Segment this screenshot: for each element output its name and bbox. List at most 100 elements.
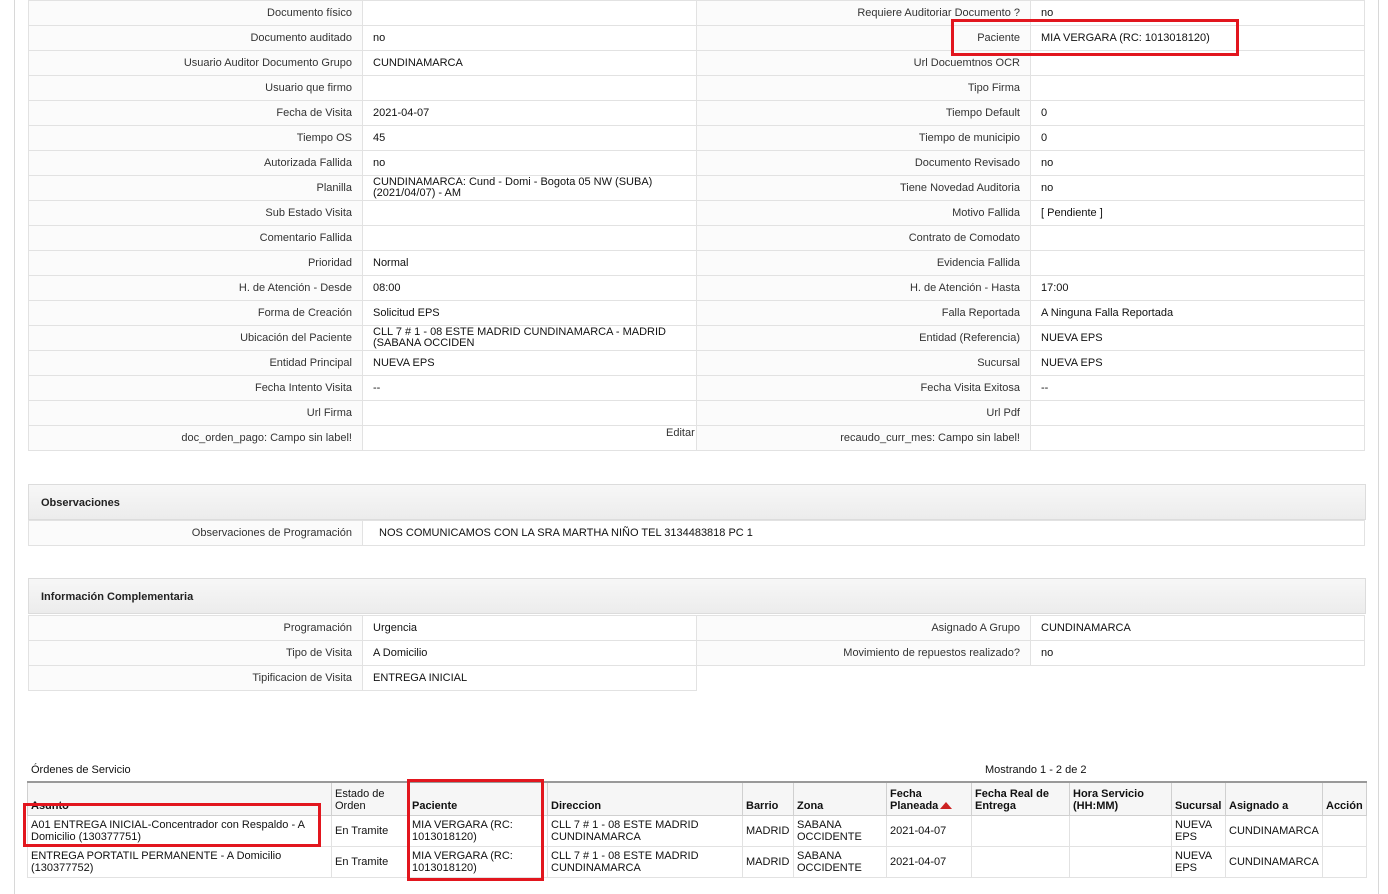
field-value <box>362 200 697 226</box>
form-row: Forma de Creación Solicitud EPS Falla Repo… <box>28 300 1365 326</box>
col-estado-orden-header[interactable]: Estado de Orden <box>331 781 409 816</box>
field-label: Programación <box>28 615 363 641</box>
field-label: Asignado A Grupo <box>696 615 1031 641</box>
column-header-label: Barrio <box>746 800 779 812</box>
form-row: Comentario Fallida Contrato de Comodato <box>28 225 1365 251</box>
field-value: A Domicilio <box>362 640 697 666</box>
field-label <box>697 666 1031 691</box>
field-label: Fecha Visita Exitosa <box>696 375 1031 401</box>
col-accion-header[interactable]: Acción <box>1322 781 1367 816</box>
col-estado-orden-cell: En Tramite <box>331 846 409 878</box>
field-value <box>362 75 697 101</box>
field-value <box>1030 50 1365 76</box>
field-value <box>1030 400 1365 426</box>
form-row: Tipificacion de Visita ENTREGA INICIAL <box>28 665 1365 691</box>
field-label: Tiene Novedad Auditoria <box>696 175 1031 201</box>
field-value: CUNDINAMARCA <box>362 50 697 76</box>
col-direccion-header[interactable]: Direccion <box>547 781 743 816</box>
page-scrollbar-track[interactable] <box>1378 0 1379 894</box>
field-label: Paciente <box>696 25 1031 51</box>
field-value: NUEVA EPS <box>1030 325 1365 351</box>
field-value <box>1030 225 1365 251</box>
col-barrio-header[interactable]: Barrio <box>742 781 794 816</box>
field-value: 2021-04-07 <box>362 100 697 126</box>
observaciones-table: Observaciones de Programación NOS COMUNI… <box>28 520 1365 546</box>
table-row[interactable]: A01 ENTREGA INICIAL-Concentrador con Res… <box>27 815 1367 847</box>
form-row: Documento auditado no Paciente MIA VERGARA … <box>28 25 1365 51</box>
field-label: Documento Revisado <box>696 150 1031 176</box>
field-label: recaudo_curr_mes: Campo sin label! <box>696 425 1031 451</box>
field-value <box>1031 666 1365 691</box>
column-header-label: Asignado a <box>1229 800 1289 812</box>
table-row[interactable]: ENTREGA PORTATIL PERMANENTE - A Domicili… <box>27 846 1367 878</box>
field-label: Tiempo OS <box>28 125 363 151</box>
col-sucursal-header[interactable]: Sucursal <box>1171 781 1226 816</box>
field-label: Documento auditado <box>28 25 363 51</box>
field-label: doc_orden_pago: Campo sin label! <box>28 425 363 451</box>
field-label: Prioridad <box>28 250 363 276</box>
col-accion-cell <box>1322 846 1367 878</box>
field-label: Falla Reportada <box>696 300 1031 326</box>
form-row: Ubicación del Paciente CLL 7 # 1 - 08 EST… <box>28 325 1365 351</box>
form-row: Entidad Principal NUEVA EPS Sucursal NUEVA … <box>28 350 1365 376</box>
field-label: Ubicación del Paciente <box>28 325 363 351</box>
field-value: no <box>1030 0 1365 26</box>
orders-title: Órdenes de Servicio <box>31 764 131 776</box>
column-header-label: Zona <box>797 800 824 812</box>
page-frame-left <box>14 0 15 894</box>
col-sucursal-cell: NUEVA EPS <box>1171 846 1226 878</box>
field-value: 17:00 <box>1030 275 1365 301</box>
col-fecha-planeada-header[interactable]: Fecha Planeada <box>886 781 972 816</box>
field-value: 0 <box>1030 125 1365 151</box>
col-zona-cell: SABANA OCCIDENTE <box>793 846 887 878</box>
col-asunto-cell[interactable]: A01 ENTREGA INICIAL-Concentrador con Res… <box>27 815 332 847</box>
form-row: Sub Estado Visita Motivo Fallida[ Pendien… <box>28 200 1365 226</box>
col-zona-cell: SABANA OCCIDENTE <box>793 815 887 847</box>
form-row: Fecha Intento Visita -- Fecha Visita Exito… <box>28 375 1365 401</box>
column-header-label: Estado de Orden <box>335 788 385 812</box>
field-value: 0 <box>1030 100 1365 126</box>
field-value: 08:00 <box>362 275 697 301</box>
col-asignado-a-cell: CUNDINAMARCA <box>1225 846 1323 878</box>
form-row: Tiempo OS 45 Tiempo de municipio 0 <box>28 125 1365 151</box>
col-asunto-cell[interactable]: ENTREGA PORTATIL PERMANENTE - A Domicili… <box>27 846 332 878</box>
col-fecha-planeada-cell: 2021-04-07 <box>886 815 972 847</box>
form-row: Fecha de Visita 2021-04-07 Tiempo Default 0 <box>28 100 1365 126</box>
field-value: [ Pendiente ] <box>1030 200 1365 226</box>
col-direccion-cell: CLL 7 # 1 - 08 ESTE MADRID CUNDINAMARCA <box>547 815 743 847</box>
col-asignado-a-header[interactable]: Asignado a <box>1225 781 1323 816</box>
col-barrio-cell: MADRID <box>742 815 794 847</box>
col-hora-servicio-cell <box>1069 815 1172 847</box>
col-hora-servicio-cell <box>1069 846 1172 878</box>
column-header-label: Sucursal <box>1175 800 1222 812</box>
field-value: NUEVA EPS <box>362 350 697 376</box>
field-value <box>362 225 697 251</box>
field-label: Evidencia Fallida <box>696 250 1031 276</box>
field-label: Autorizada Fallida <box>28 150 363 176</box>
field-value: no <box>1030 640 1365 666</box>
field-label: Forma de Creación <box>28 300 363 326</box>
observaciones-value: NOS COMUNICAMOS CON LA SRA MARTHA NIÑO T… <box>362 520 1365 546</box>
col-barrio-cell: MADRID <box>742 846 794 878</box>
col-fecha-real-entrega-header[interactable]: Fecha Real de Entrega <box>971 781 1070 816</box>
edit-link[interactable]: Editar <box>666 427 695 439</box>
field-value: Solicitud EPS <box>362 300 697 326</box>
col-zona-header[interactable]: Zona <box>793 781 887 816</box>
field-label: Documento físico <box>28 0 363 26</box>
col-estado-orden-cell: En Tramite <box>331 815 409 847</box>
column-header-label: Direccion <box>551 800 602 812</box>
col-fecha-planeada-cell: 2021-04-07 <box>886 846 972 878</box>
sort-ascending-icon[interactable] <box>940 802 953 809</box>
form-row: Planilla CUNDINAMARCA: Cund - Domi - Bogo… <box>28 175 1365 201</box>
column-header-label: Paciente <box>412 800 458 812</box>
form-row: Url Firma Url Pdf <box>28 400 1365 426</box>
col-paciente-cell: MIA VERGARA (RC: 1013018120) <box>408 846 548 878</box>
col-asunto-header[interactable]: Asunto <box>27 781 332 816</box>
col-paciente-header[interactable]: Paciente <box>408 781 548 816</box>
field-label: Tiempo Default <box>696 100 1031 126</box>
field-value <box>1030 75 1365 101</box>
form-row: H. de Atención - Desde 08:00 H. de Atenció… <box>28 275 1365 301</box>
field-value <box>1030 250 1365 276</box>
field-label: Comentario Fallida <box>28 225 363 251</box>
col-hora-servicio-header[interactable]: Hora Servicio (HH:MM) <box>1069 781 1172 816</box>
